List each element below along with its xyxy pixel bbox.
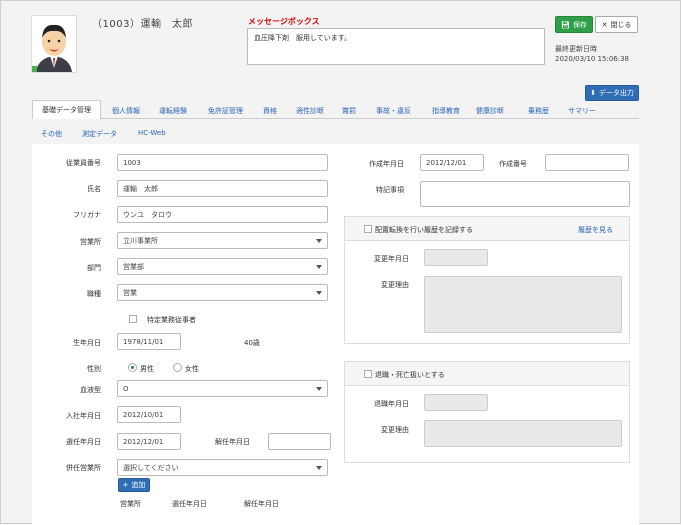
col-office-header: 営業所 — [120, 500, 141, 508]
retire-date-input[interactable] — [424, 394, 488, 411]
tab-measurement[interactable]: 測定データ — [82, 129, 117, 139]
blood-label: 血液型 — [80, 386, 101, 394]
export-button-label: データ出力 — [598, 89, 634, 97]
office-label: 営業所 — [80, 238, 101, 246]
emp-no-input[interactable]: 1003 — [117, 154, 328, 171]
tab-hc-web[interactable]: HC-Web — [138, 129, 166, 137]
tab-driving-experience[interactable]: 運転経験 — [159, 106, 187, 116]
change-date-input[interactable] — [424, 249, 488, 266]
tab-aptitude[interactable]: 適性診断 — [296, 106, 324, 116]
tab-guidance[interactable]: 指導教育 — [432, 106, 460, 116]
specific-worker-label: 特定業務従事者 — [147, 316, 196, 324]
retire-checkbox[interactable] — [364, 370, 372, 378]
created-input[interactable]: 2012/12/01 — [420, 154, 484, 171]
dept-value: 営業部 — [123, 262, 144, 271]
tab-health[interactable]: 健康診断 — [476, 106, 504, 116]
appoint-input[interactable]: 2012/12/01 — [117, 433, 181, 450]
specific-worker-checkbox[interactable] — [129, 315, 137, 323]
change-date-label: 変更年月日 — [374, 255, 409, 263]
birth-input[interactable]: 1978/11/01 — [117, 333, 181, 350]
save-button-label: 保存 — [572, 20, 587, 29]
download-icon: ⬇ — [590, 89, 596, 97]
job-label: 職種 — [87, 290, 101, 298]
close-icon: ✕ — [601, 20, 608, 29]
gender-label: 性別 — [87, 365, 101, 373]
dept-select[interactable]: 営業部 — [117, 258, 328, 275]
tab-license[interactable]: 免許証管理 — [208, 106, 243, 116]
emp-no-label: 従業員番号 — [66, 159, 101, 167]
change-reason-label: 変更理由 — [381, 281, 409, 289]
hire-label: 入社年月日 — [66, 412, 101, 420]
dept-label: 部門 — [87, 264, 101, 272]
tab-accident[interactable]: 事故・違反 — [376, 106, 411, 116]
gender-female-radio[interactable] — [173, 363, 182, 372]
blood-select[interactable]: O — [117, 380, 328, 397]
birth-label: 生年月日 — [73, 339, 101, 347]
tab-other[interactable]: その他 — [41, 129, 62, 139]
change-reason-textarea[interactable] — [424, 276, 622, 333]
tab-summary[interactable]: サマリー — [568, 106, 596, 116]
gender-female-label: 女性 — [185, 365, 199, 373]
appoint-label: 選任年月日 — [66, 438, 101, 446]
history-link[interactable]: 履歴を見る — [578, 225, 613, 235]
job-value: 営業 — [123, 288, 137, 297]
notes-textarea[interactable] — [420, 181, 630, 207]
message-box[interactable]: 血圧降下剤 服用しています。 — [247, 28, 545, 65]
transfer-check-label: 配置転換を行い履歴を記録する — [375, 226, 473, 234]
concurrent-label: 併任営業所 — [66, 464, 101, 472]
retire-reason-textarea[interactable] — [424, 420, 622, 447]
created-label: 作成年月日 — [369, 160, 404, 168]
hire-input[interactable]: 2012/10/01 — [117, 406, 181, 423]
employee-title: （1003）運輸 太郎 — [92, 19, 193, 30]
tab-duty-history[interactable]: 乗務歴 — [528, 106, 549, 116]
dismiss-input[interactable] — [268, 433, 331, 450]
gender-male-label: 男性 — [140, 365, 154, 373]
close-button-label: 閉じる — [610, 20, 632, 29]
office-select[interactable]: 立川事業所 — [117, 232, 328, 249]
transfer-checkbox[interactable] — [364, 225, 372, 233]
blood-value: O — [123, 384, 129, 393]
office-value: 立川事業所 — [123, 236, 158, 245]
name-input[interactable]: 運輸 太郎 — [117, 180, 328, 197]
col-appoint-header: 選任年月日 — [172, 500, 207, 508]
col-dismiss-header: 解任年月日 — [244, 500, 279, 508]
avatar — [31, 15, 77, 73]
tab-qualification[interactable]: 資格 — [263, 106, 277, 116]
tab-personal-info[interactable]: 個人情報 — [112, 106, 140, 116]
app-window: （1003）運輸 太郎 メッセージボックス 血圧降下剤 服用しています。 💾︎ … — [0, 0, 681, 525]
notes-label: 特記事項 — [376, 186, 404, 194]
number-label: 作成番号 — [499, 160, 527, 168]
retire-reason-label: 変更理由 — [381, 426, 409, 434]
add-button-label: 追加 — [131, 481, 146, 489]
retire-check-label: 退職・死亡扱いとする — [375, 371, 445, 379]
save-button[interactable]: 💾︎ 保存 — [555, 16, 593, 33]
close-button[interactable]: ✕ 閉じる — [595, 16, 638, 33]
tab-basic-data[interactable]: 基礎データ管理 — [32, 100, 101, 119]
number-input[interactable] — [545, 154, 629, 171]
concurrent-select[interactable]: 選択してください — [117, 459, 328, 476]
kana-input[interactable]: ウンユ タロウ — [117, 206, 328, 223]
concurrent-placeholder: 選択してください — [123, 463, 179, 472]
name-label: 氏名 — [87, 185, 101, 193]
save-icon: 💾︎ — [561, 20, 570, 29]
plus-icon: + — [122, 481, 129, 489]
tab-awards[interactable]: 賞罰 — [342, 106, 356, 116]
last-updated-label: 最終更新日時 — [555, 45, 597, 53]
export-button[interactable]: ⬇ データ出力 — [585, 85, 639, 101]
dismiss-label: 解任年月日 — [215, 438, 250, 446]
add-button[interactable]: + 追加 — [118, 478, 150, 492]
gender-male-radio[interactable] — [128, 363, 137, 372]
retire-date-label: 退職年月日 — [374, 400, 409, 408]
tab-divider — [32, 118, 639, 119]
kana-label: フリガナ — [73, 211, 101, 219]
job-select[interactable]: 営業 — [117, 284, 328, 301]
message-box-label: メッセージボックス — [248, 17, 320, 26]
age-value: 40歳 — [244, 339, 260, 347]
last-updated-value: 2020/03/10 15:06:38 — [555, 55, 630, 63]
